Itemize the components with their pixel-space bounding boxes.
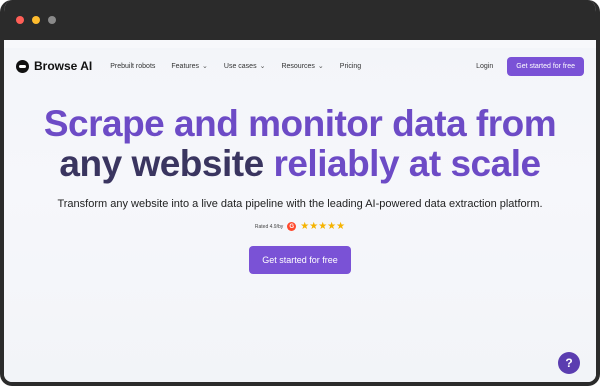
star-rating-icon: ★★★★★ xyxy=(300,221,346,232)
nav-get-started-button[interactable]: Get started for free xyxy=(507,56,584,76)
nav-item-label: Resources xyxy=(281,62,315,70)
hero-cta-wrapper: Get started for free xyxy=(4,246,596,274)
nav-item-use-cases[interactable]: Use cases ⌄ xyxy=(223,62,266,71)
browser-window: Browse AI Prebuilt robots Features ⌄ Use… xyxy=(0,0,600,386)
brand-name: Browse AI xyxy=(34,59,93,73)
hero-get-started-button[interactable]: Get started for free xyxy=(249,246,351,274)
nav-item-prebuilt-robots[interactable]: Prebuilt robots xyxy=(110,63,155,70)
nav-item-resources[interactable]: Resources ⌄ xyxy=(281,62,324,71)
help-chat-button[interactable]: ? xyxy=(558,352,580,374)
minimize-window-button[interactable] xyxy=(32,16,40,24)
chevron-down-icon: ⌄ xyxy=(259,63,266,70)
landing-page: Browse AI Prebuilt robots Features ⌄ Use… xyxy=(4,48,596,382)
hero-heading-line-2: any website reliably at scale xyxy=(4,144,596,184)
window-titlebar xyxy=(4,0,596,40)
nav-item-pricing[interactable]: Pricing xyxy=(340,63,361,70)
top-navigation: Browse AI Prebuilt robots Features ⌄ Use… xyxy=(4,48,596,84)
close-window-button[interactable] xyxy=(16,16,24,24)
hero-subtitle: Transform any website into a live data p… xyxy=(57,198,543,210)
hero-heading: Scrape and monitor data from any website… xyxy=(4,104,596,184)
hero-heading-purple-part: reliably at scale xyxy=(273,143,541,184)
login-link[interactable]: Login xyxy=(476,63,493,70)
rating-badge: Rated 4.9/by G ★★★★★ xyxy=(4,221,596,232)
nav-item-label: Use cases xyxy=(223,62,257,70)
nav-item-label: Features xyxy=(171,62,200,70)
maximize-window-button[interactable] xyxy=(48,16,56,24)
hero-heading-line-1: Scrape and monitor data from xyxy=(43,103,557,144)
brand-logo[interactable]: Browse AI xyxy=(16,59,92,73)
nav-item-label: Prebuilt robots xyxy=(110,62,156,70)
g2-logo-icon: G xyxy=(287,222,297,231)
nav-item-features[interactable]: Features ⌄ xyxy=(171,62,208,71)
chevron-down-icon: ⌄ xyxy=(317,63,324,70)
chevron-down-icon: ⌄ xyxy=(202,63,208,70)
nav-item-label: Pricing xyxy=(339,62,362,70)
browse-ai-logo-icon xyxy=(16,59,29,73)
rating-text: Rated 4.9/by xyxy=(254,223,284,230)
question-mark-icon: ? xyxy=(565,356,573,370)
hero-heading-dark-part: any website xyxy=(59,143,264,184)
